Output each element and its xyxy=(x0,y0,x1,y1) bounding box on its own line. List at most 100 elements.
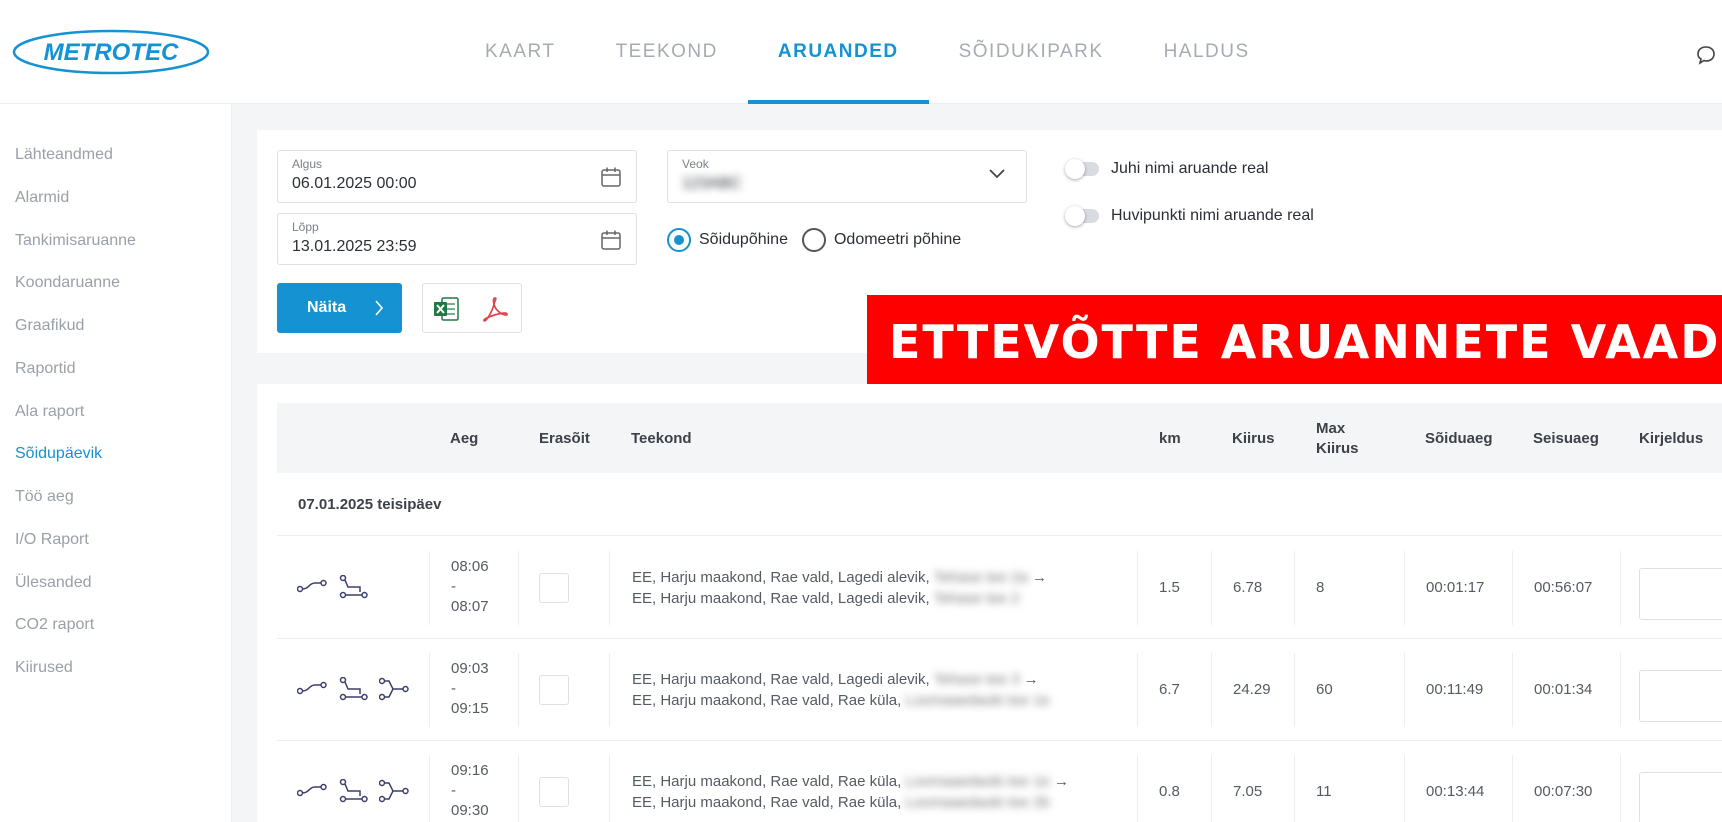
metrotec-logo[interactable]: METROTEC xyxy=(12,28,210,76)
trip-km: 6.7 xyxy=(1159,681,1180,698)
trip-stop-time: 00:01:34 xyxy=(1534,681,1593,698)
table-header: Aeg Erasõit Teekond km Kiirus Max Kiirus… xyxy=(277,403,1722,473)
table-row[interactable]: 08:06 - 08:07 EE, Harju maakond, Rae val… xyxy=(277,537,1722,639)
trip-route-icon xyxy=(339,677,368,701)
sidebar-item-co2-raport[interactable]: CO2 raport xyxy=(15,616,94,634)
trip-description-input[interactable] xyxy=(1639,568,1722,620)
radio-soidupohine-label: Sõidupõhine xyxy=(699,231,788,248)
excel-export-icon[interactable] xyxy=(433,296,459,322)
col-header-erasoit[interactable]: Erasõit xyxy=(539,430,590,447)
report-sidebar: Lähteandmed Alarmid Tankimisaruanne Koon… xyxy=(0,104,232,822)
trip-max-speed: 11 xyxy=(1316,783,1332,800)
trip-drive-time: 00:01:17 xyxy=(1426,579,1485,596)
nav-tab-haldus[interactable]: HALDUS xyxy=(1134,0,1280,104)
trip-icons xyxy=(297,779,420,803)
col-header-km[interactable]: km xyxy=(1159,430,1181,447)
col-header-seisuaeg[interactable]: Seisuaeg xyxy=(1533,430,1599,447)
trip-speed: 24.29 xyxy=(1233,681,1271,698)
trip-stop-time: 00:56:07 xyxy=(1534,579,1593,596)
col-header-aeg[interactable]: Aeg xyxy=(450,430,478,447)
trip-start-icon xyxy=(297,783,327,797)
sidebar-item-io-raport[interactable]: I/O Raport xyxy=(15,531,89,549)
trip-km: 1.5 xyxy=(1159,579,1180,596)
nav-tab-teekond[interactable]: TEEKOND xyxy=(586,0,748,104)
driver-name-toggle[interactable] xyxy=(1065,159,1099,179)
col-header-max-kiirus-line2[interactable]: Kiirus xyxy=(1316,440,1359,457)
radio-odomeetri-pohine-label: Odomeetri põhine xyxy=(833,231,962,248)
trip-speed: 7.05 xyxy=(1233,783,1263,800)
top-bar: METROTEC KAART TEEKOND ARUANDED SÕIDUKIP… xyxy=(0,0,1722,104)
trip-time: 08:06 - 08:07 xyxy=(451,558,489,615)
trip-speed: 6.78 xyxy=(1233,579,1263,596)
vehicle-select[interactable]: Veok 123ABC xyxy=(667,150,1027,203)
calendar-icon[interactable] xyxy=(600,229,622,251)
nav-tab-kaart[interactable]: KAART xyxy=(455,0,586,104)
trip-max-speed: 60 xyxy=(1316,681,1333,698)
vehicle-label: Veok xyxy=(682,157,709,171)
end-date-field[interactable]: Lõpp 13.01.2025 23:59 xyxy=(277,213,637,265)
sidebar-item-too-aeg[interactable]: Töö aeg xyxy=(15,488,74,506)
trip-description-input[interactable] xyxy=(1639,772,1722,822)
sidebar-item-raportid[interactable]: Raportid xyxy=(15,360,75,378)
report-mode-group: Sõidupõhine Odomeetri põhine xyxy=(667,228,961,252)
trip-drive-time: 00:11:49 xyxy=(1426,681,1484,698)
start-date-field[interactable]: Algus 06.01.2025 00:00 xyxy=(277,150,637,203)
sidebar-item-kiirused[interactable]: Kiirused xyxy=(15,659,73,677)
table-row[interactable]: 09:16 - 09:30 EE, Harju maakond, Rae val… xyxy=(277,741,1722,822)
sidebar-item-ala-raport[interactable]: Ala raport xyxy=(15,403,84,421)
trip-km: 0.8 xyxy=(1159,783,1180,800)
nav-tab-aruanded[interactable]: ARUANDED xyxy=(747,0,929,104)
radio-odomeetri-pohine[interactable] xyxy=(801,228,826,252)
sidebar-item-alarmid[interactable]: Alarmid xyxy=(15,189,69,207)
chat-icon[interactable] xyxy=(1695,44,1717,66)
trip-drive-time: 00:13:44 xyxy=(1426,783,1485,800)
sidebar-item-koondaruanne[interactable]: Koondaruanne xyxy=(15,274,120,292)
trip-icons xyxy=(297,677,420,701)
private-trip-checkbox[interactable] xyxy=(539,573,569,603)
start-date-value: 06.01.2025 00:00 xyxy=(292,175,417,192)
sidebar-item-ulesanded[interactable]: Ülesanded xyxy=(15,574,92,592)
toggle-row-driver-name: Juhi nimi aruande real xyxy=(1065,159,1269,179)
nav-tab-soidukipark[interactable]: SÕIDUKIPARK xyxy=(929,0,1134,104)
end-date-label: Lõpp xyxy=(292,220,319,234)
table-row[interactable]: 09:03 - 09:15 EE, Harju maakond, Rae val… xyxy=(277,639,1722,741)
sidebar-item-lahteandmed[interactable]: Lähteandmed xyxy=(15,146,113,164)
trip-end-icon xyxy=(379,677,409,701)
trip-end-icon xyxy=(379,779,409,803)
private-trip-checkbox[interactable] xyxy=(539,675,569,705)
col-header-kiirus[interactable]: Kiirus xyxy=(1232,430,1275,447)
trip-route-icon xyxy=(339,575,368,599)
export-buttons xyxy=(422,283,522,333)
col-header-teekond[interactable]: Teekond xyxy=(631,430,692,447)
chevron-right-icon xyxy=(375,300,384,316)
sidebar-item-graafikud[interactable]: Graafikud xyxy=(15,317,84,335)
sidebar-item-tankimisaruanne[interactable]: Tankimisaruanne xyxy=(15,232,136,250)
calendar-icon[interactable] xyxy=(600,166,622,188)
trip-start-icon xyxy=(297,579,327,593)
col-header-max-kiirus-line1[interactable]: Max xyxy=(1316,420,1345,437)
show-report-button-label: Näita xyxy=(307,299,347,316)
trip-route: EE, Harju maakond, Rae vald, Rae küla, L… xyxy=(632,773,1069,811)
col-header-soiduaeg[interactable]: Sõiduaeg xyxy=(1425,430,1493,447)
poi-name-toggle[interactable] xyxy=(1065,206,1099,226)
show-report-button[interactable]: Näita xyxy=(277,283,402,333)
trip-max-speed: 8 xyxy=(1316,579,1325,596)
trip-route: EE, Harju maakond, Rae vald, Lagedi alev… xyxy=(632,569,1047,607)
col-header-kirjeldus[interactable]: Kirjeldus xyxy=(1639,430,1703,447)
trip-start-icon xyxy=(297,681,327,695)
trip-description-input[interactable] xyxy=(1639,670,1722,722)
chevron-down-icon[interactable] xyxy=(988,168,1006,180)
private-trip-checkbox[interactable] xyxy=(539,777,569,807)
sidebar-item-soidupaevik[interactable]: Sõidupäevik xyxy=(15,445,102,463)
pdf-export-icon[interactable] xyxy=(481,296,509,322)
radio-soidupohine[interactable] xyxy=(667,228,691,252)
driver-name-toggle-label: Juhi nimi aruande real xyxy=(1111,160,1269,177)
end-date-value: 13.01.2025 23:59 xyxy=(292,238,417,255)
vehicle-value: 123ABC xyxy=(682,175,742,192)
page-banner: ETTEVÕTTE ARUANNETE VAADE xyxy=(867,295,1722,389)
day-group-header: 07.01.2025 teisipäev xyxy=(277,473,1722,536)
main-nav: KAART TEEKOND ARUANDED SÕIDUKIPARK HALDU… xyxy=(455,0,1280,104)
day-label: 07.01.2025 teisipäev xyxy=(298,496,442,513)
trip-stop-time: 00:07:30 xyxy=(1534,783,1593,800)
svg-text:METROTEC: METROTEC xyxy=(44,39,179,66)
